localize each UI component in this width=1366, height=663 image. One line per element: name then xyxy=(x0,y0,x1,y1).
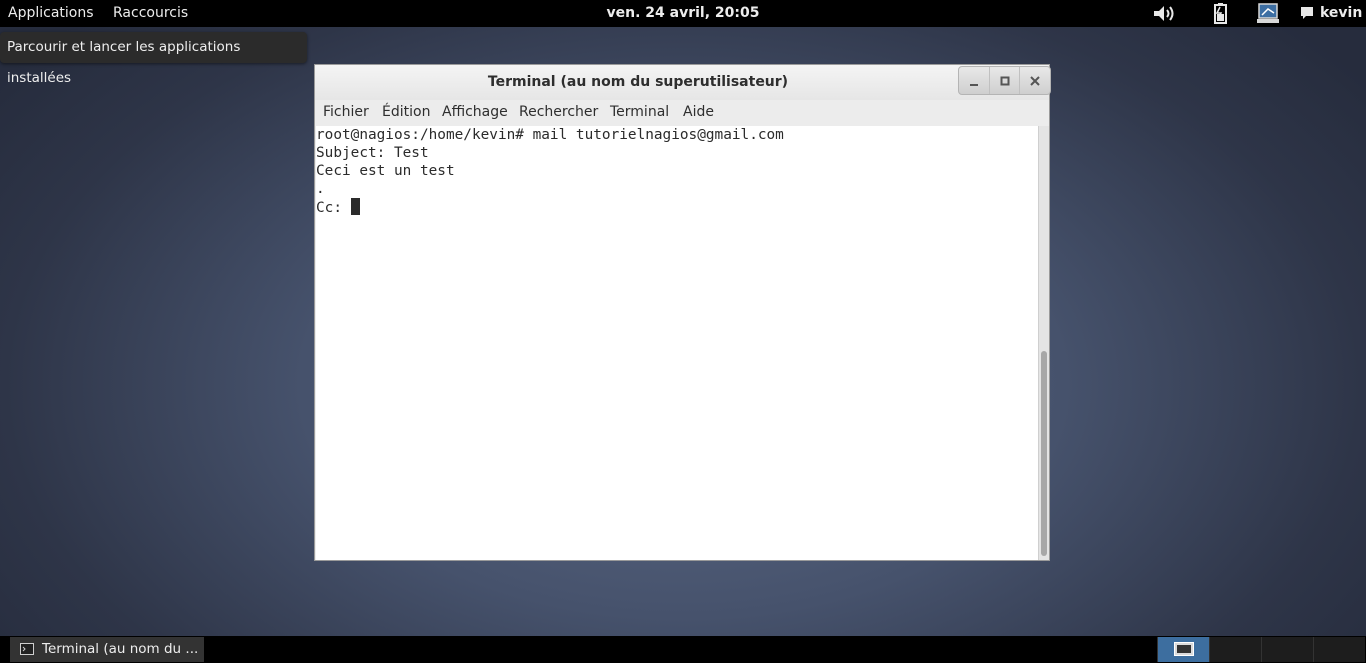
menu-affichage[interactable]: Affichage xyxy=(442,100,508,125)
terminal-line: Ceci est un test xyxy=(316,163,455,179)
applications-menu[interactable]: Applications xyxy=(8,0,94,27)
bottom-panel: Terminal (au nom du ... xyxy=(0,636,1366,663)
menu-terminal[interactable]: Terminal xyxy=(610,100,669,125)
workspace-1[interactable] xyxy=(1157,637,1209,662)
window-title: Terminal (au nom du superutilisateur) xyxy=(487,74,789,90)
close-button[interactable] xyxy=(1020,67,1050,94)
workspace-4[interactable] xyxy=(1313,637,1365,662)
minimize-icon xyxy=(969,83,978,86)
user-name: kevin xyxy=(1320,5,1363,21)
applications-tooltip: Parcourir et lancer les applications ins… xyxy=(0,32,307,86)
top-panel: Applications Raccourcis ven. 24 avril, 2… xyxy=(0,0,1366,27)
maximize-button[interactable] xyxy=(990,67,1021,94)
minimize-button[interactable] xyxy=(959,67,990,94)
window-titlebar[interactable]: Terminal (au nom du superutilisateur) xyxy=(315,65,1051,100)
taskbar-item-terminal[interactable]: Terminal (au nom du ... xyxy=(10,637,204,662)
scrollbar[interactable] xyxy=(1038,126,1049,560)
terminal-icon xyxy=(20,643,34,655)
menu-fichier[interactable]: Fichier xyxy=(323,100,369,125)
text-cursor xyxy=(350,198,360,215)
terminal-line: root@nagios:/home/kevin# mail tutorielna… xyxy=(316,127,784,143)
maximize-icon xyxy=(1000,76,1009,85)
terminal-line: Subject: Test xyxy=(316,145,429,161)
taskbar-item-label: Terminal (au nom du ... xyxy=(42,641,199,657)
terminal-window[interactable]: Terminal (au nom du superutilisateur) Fi… xyxy=(314,64,1051,561)
user-menu[interactable]: kevin xyxy=(1300,0,1362,27)
chat-icon xyxy=(1301,7,1313,19)
terminal-line: Cc: xyxy=(316,200,351,216)
menu-edition[interactable]: Édition xyxy=(382,100,430,125)
clock[interactable]: ven. 24 avril, 20:05 xyxy=(607,5,760,21)
terminal-output[interactable]: root@nagios:/home/kevin# mail tutorielna… xyxy=(316,126,1038,560)
menu-rechercher[interactable]: Rechercher xyxy=(519,100,598,125)
workspace-3[interactable] xyxy=(1261,637,1313,662)
window-controls xyxy=(958,66,1051,95)
volume-icon[interactable] xyxy=(1151,3,1177,24)
menu-aide[interactable]: Aide xyxy=(683,100,714,125)
terminal-line: . xyxy=(316,181,325,197)
workspace-2[interactable] xyxy=(1209,637,1261,662)
close-icon xyxy=(1030,75,1040,86)
terminal-prompt-line: Cc: xyxy=(316,198,360,216)
battery-icon[interactable] xyxy=(1211,3,1231,24)
network-icon[interactable] xyxy=(1256,3,1280,24)
shortcuts-menu[interactable]: Raccourcis xyxy=(113,0,188,27)
workspace-window-icon xyxy=(1174,642,1194,656)
menu-bar: Fichier Édition Affichage Rechercher Ter… xyxy=(315,100,1049,125)
scrollbar-thumb[interactable] xyxy=(1041,351,1047,556)
